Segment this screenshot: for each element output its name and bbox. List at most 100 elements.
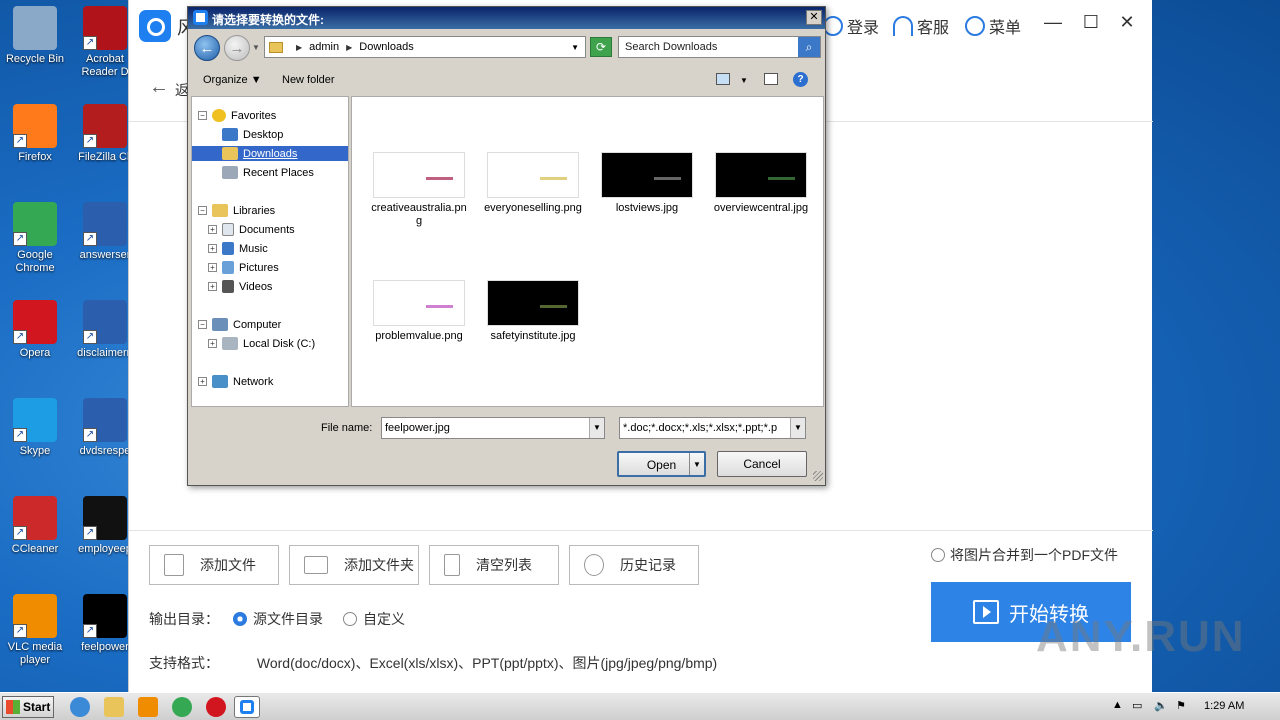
- new-folder-button[interactable]: New folder: [282, 74, 335, 86]
- desktop-icon-item[interactable]: ↗ Skype: [0, 398, 70, 458]
- refresh-button[interactable]: ⟳: [590, 37, 612, 57]
- volume-icon[interactable]: 🔈: [1154, 699, 1168, 712]
- open-label: Open: [646, 458, 677, 472]
- tray-monitor-icon[interactable]: ▭: [1132, 699, 1142, 712]
- search-icon[interactable]: ⌕: [798, 37, 820, 57]
- expand-icon[interactable]: +: [208, 282, 217, 291]
- add-folder-button[interactable]: 添加文件夹: [289, 545, 419, 585]
- ie-taskbar-icon[interactable]: [70, 697, 90, 717]
- file-name-dropdown-icon[interactable]: ▼: [589, 418, 604, 438]
- file-thumbnail: [601, 152, 693, 198]
- tray-expand-icon[interactable]: ▲: [1112, 699, 1123, 711]
- expand-icon[interactable]: +: [208, 339, 217, 348]
- expand-icon[interactable]: +: [208, 225, 217, 234]
- output-source-label[interactable]: 源文件目录: [253, 609, 323, 629]
- file-item[interactable]: safetyinstitute.jpg: [483, 280, 583, 343]
- file-item[interactable]: problemvalue.png: [369, 280, 469, 343]
- desktop-icon-label: Google Chrome: [15, 249, 55, 274]
- chevron-right-icon[interactable]: ▶: [346, 43, 352, 52]
- expand-icon[interactable]: +: [208, 263, 217, 272]
- menu-button[interactable]: 菜单: [965, 14, 1021, 38]
- opera-taskbar-icon[interactable]: [206, 697, 226, 717]
- desktop-icon-label: Recycle Bin: [5, 53, 65, 65]
- tree-videos[interactable]: + Videos: [208, 280, 272, 293]
- preview-pane-icon[interactable]: [764, 73, 778, 85]
- expand-icon[interactable]: +: [198, 377, 207, 386]
- tree-desktop-label: Desktop: [243, 128, 284, 141]
- collapse-icon[interactable]: −: [198, 111, 207, 120]
- tree-documents[interactable]: + Documents: [208, 223, 295, 236]
- open-button[interactable]: Open ▼: [617, 451, 706, 477]
- tree-local-disk[interactable]: + Local Disk (C:): [208, 337, 315, 350]
- file-type-dropdown-icon[interactable]: ▼: [790, 418, 805, 438]
- add-file-button[interactable]: 添加文件: [149, 545, 279, 585]
- tree-favorites[interactable]: − Favorites: [198, 109, 276, 122]
- tree-desktop[interactable]: Desktop: [222, 128, 283, 141]
- file-item[interactable]: overviewcentral.jpg: [711, 152, 811, 215]
- forward-button[interactable]: →: [224, 35, 250, 61]
- tree-recent-places[interactable]: Recent Places: [222, 166, 314, 179]
- file-item[interactable]: everyoneselling.png: [483, 152, 583, 215]
- dialog-close-button[interactable]: ✕: [806, 10, 822, 25]
- clock[interactable]: 1:29 AM: [1204, 700, 1244, 712]
- documents-icon: [222, 223, 234, 236]
- back-button[interactable]: ←: [194, 35, 220, 61]
- search-input[interactable]: Search Downloads ⌕: [618, 36, 821, 58]
- output-custom-label[interactable]: 自定义: [363, 609, 405, 629]
- collapse-icon[interactable]: −: [198, 320, 207, 329]
- file-type-select[interactable]: *.doc;*.docx;*.xls;*.xlsx;*.ppt;*.p ▼: [619, 417, 806, 439]
- help-icon[interactable]: ?: [793, 72, 808, 87]
- file-open-dialog: 请选择要转换的文件: ✕ ← → ▼ ▶ admin ▶ Downloads ▼…: [187, 6, 826, 486]
- history-dropdown-icon[interactable]: ▼: [252, 43, 260, 52]
- address-bar[interactable]: ▶ admin ▶ Downloads ▼: [264, 36, 586, 58]
- start-button[interactable]: Start: [2, 696, 54, 718]
- tree-computer[interactable]: − Computer: [198, 318, 281, 331]
- headset-icon: [893, 16, 913, 36]
- file-item[interactable]: lostviews.jpg: [597, 152, 697, 215]
- desktop-icon-item[interactable]: ↗ Google Chrome: [0, 202, 70, 275]
- chevron-right-icon[interactable]: ▶: [296, 43, 302, 52]
- merge-pdf-radio[interactable]: [931, 548, 945, 562]
- output-source-radio[interactable]: [233, 612, 247, 626]
- breadcrumb-admin[interactable]: admin: [309, 41, 339, 53]
- file-item[interactable]: creativeaustralia.png: [369, 152, 469, 228]
- view-options-icon[interactable]: [716, 73, 730, 85]
- merge-pdf-option[interactable]: 将图片合并到一个PDF文件: [931, 545, 1118, 565]
- close-button[interactable]: ✕: [1115, 12, 1139, 33]
- open-dropdown-icon[interactable]: ▼: [689, 453, 704, 475]
- breadcrumb-downloads[interactable]: Downloads: [359, 41, 413, 53]
- file-name-input[interactable]: feelpower.jpg ▼: [381, 417, 605, 439]
- desktop-icon-item[interactable]: Recycle Bin: [0, 6, 70, 66]
- expand-icon[interactable]: +: [208, 244, 217, 253]
- output-custom-radio[interactable]: [343, 612, 357, 626]
- app-taskbar-button[interactable]: [234, 696, 260, 718]
- desktop-icon-item[interactable]: ↗ Firefox: [0, 104, 70, 164]
- media-player-taskbar-icon[interactable]: [138, 697, 158, 717]
- back-arrow-icon[interactable]: ←: [149, 76, 169, 99]
- desktop-icon-item[interactable]: ↗ CCleaner: [0, 496, 70, 556]
- address-dropdown-icon[interactable]: ▼: [571, 43, 579, 52]
- cancel-button[interactable]: Cancel: [717, 451, 807, 477]
- resize-grip[interactable]: [813, 471, 823, 481]
- explorer-taskbar-icon[interactable]: [104, 697, 124, 717]
- history-button[interactable]: 历史记录: [569, 545, 699, 585]
- menu-label: 菜单: [989, 20, 1022, 37]
- desktop-icon-item[interactable]: ↗ VLC media player: [0, 594, 70, 667]
- clear-list-button[interactable]: 清空列表: [429, 545, 559, 585]
- tree-computer-label: Computer: [233, 318, 282, 331]
- chrome-taskbar-icon[interactable]: [172, 697, 192, 717]
- maximize-button[interactable]: ☐: [1079, 12, 1103, 33]
- organize-button[interactable]: Organize ▼: [203, 74, 262, 86]
- minimize-button[interactable]: —: [1041, 12, 1065, 33]
- login-button[interactable]: 登录: [823, 14, 879, 38]
- tree-downloads[interactable]: Downloads: [192, 146, 348, 161]
- tree-music[interactable]: + Music: [208, 242, 268, 255]
- desktop-icon-item[interactable]: ↗ Opera: [0, 300, 70, 360]
- service-button[interactable]: 客服: [893, 14, 949, 38]
- tree-network[interactable]: + Network: [198, 375, 273, 388]
- tree-libraries[interactable]: − Libraries: [198, 204, 275, 217]
- flag-icon[interactable]: ⚑: [1176, 699, 1186, 712]
- tree-pictures[interactable]: + Pictures: [208, 261, 279, 274]
- collapse-icon[interactable]: −: [198, 206, 207, 215]
- view-dropdown-icon[interactable]: ▼: [740, 76, 748, 85]
